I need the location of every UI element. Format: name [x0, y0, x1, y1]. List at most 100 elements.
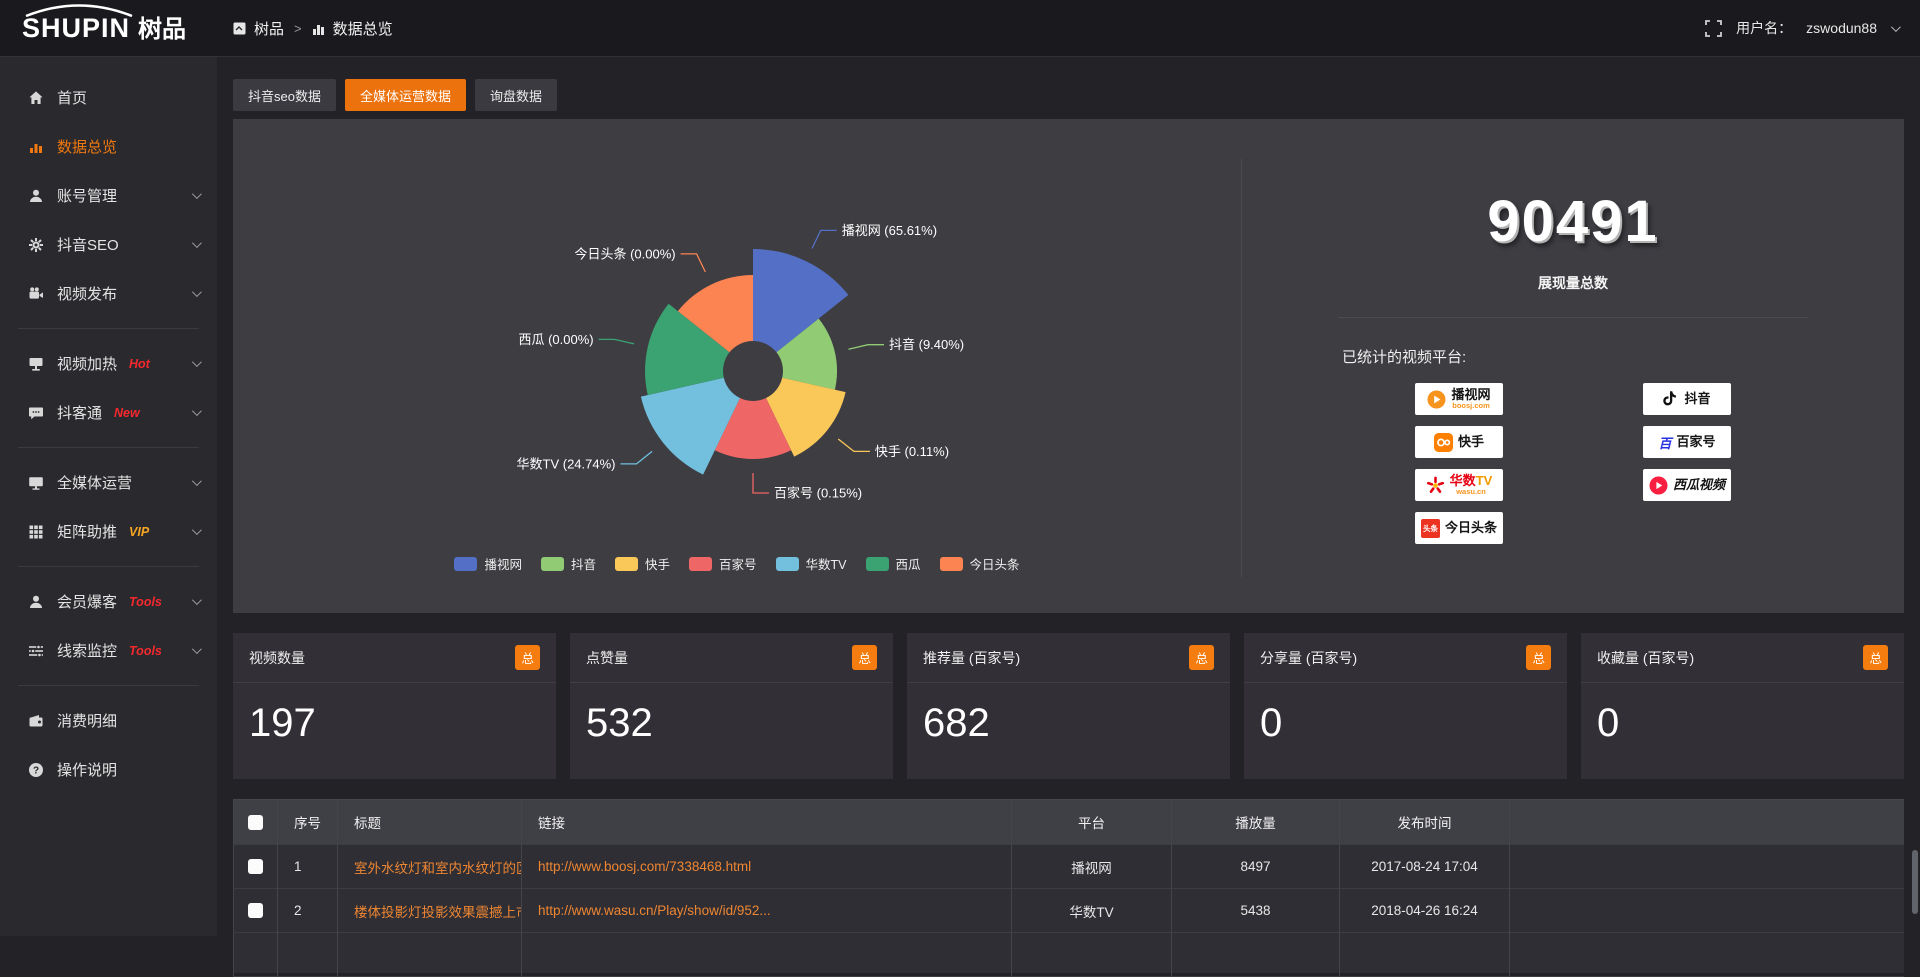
fullscreen-icon[interactable] — [1705, 20, 1722, 37]
total-impressions-label: 展现量总数 — [1538, 273, 1608, 293]
vip-badge: VIP — [129, 525, 149, 539]
chevron-down-icon — [192, 238, 202, 248]
chevron-down-icon — [192, 189, 202, 199]
sidebar-item-account[interactable]: 账号管理 — [0, 171, 217, 220]
stat-title: 视频数量 — [249, 648, 305, 668]
platform-name: 快手 — [1458, 435, 1484, 449]
video-url-link[interactable]: http://www.boosj.com/7338468.html — [522, 845, 1012, 889]
legend-item[interactable]: 播视网 — [454, 554, 522, 573]
platform-badge-wasu[interactable]: 华数TVwasu.cn — [1415, 469, 1503, 501]
legend-item[interactable]: 今日头条 — [940, 554, 1020, 573]
legend-swatch — [689, 557, 712, 571]
platform-badge-kuaishou[interactable]: 快手 — [1415, 426, 1503, 458]
sidebar-item-omni-media[interactable]: 全媒体运营 — [0, 458, 217, 507]
legend-item[interactable]: 抖音 — [541, 554, 596, 573]
row-checkbox[interactable] — [248, 903, 263, 918]
scrollbar-thumb[interactable] — [1912, 850, 1918, 914]
row-index: 2 — [278, 889, 338, 933]
col-plays: 播放量 — [1172, 800, 1340, 845]
sidebar-item-video-publish[interactable]: 视频发布 — [0, 269, 217, 318]
summary-panel: 90491 展现量总数 已统计的视频平台: 播视网boosj.com快手华数TV… — [1242, 119, 1904, 613]
user-menu-chevron-icon[interactable] — [1891, 22, 1901, 32]
pie-label: 百家号 (0.15%) — [774, 486, 862, 501]
stat-title: 点赞量 — [586, 648, 628, 668]
stat-value: 0 — [1581, 683, 1904, 746]
total-badge[interactable]: 总 — [1863, 645, 1888, 670]
hot-badge: Hot — [129, 357, 150, 371]
grid-icon — [27, 524, 44, 540]
rose-chart: 播视网 (65.61%)抖音 (9.40%)快手 (0.11%)百家号 (0.1… — [233, 119, 1241, 613]
sidebar-item-help[interactable]: ? 操作说明 — [0, 745, 217, 794]
pie-label: 播视网 (65.61%) — [842, 223, 937, 238]
toutiao-icon: 头条 — [1421, 519, 1440, 538]
sidebar-item-spend-detail[interactable]: 消费明细 — [0, 696, 217, 745]
total-badge[interactable]: 总 — [852, 645, 877, 670]
sidebar-item-matrix-boost[interactable]: 矩阵助推 VIP — [0, 507, 217, 556]
platform-name: 抖音 — [1684, 392, 1710, 406]
legend-item[interactable]: 快手 — [615, 554, 670, 573]
row-platform: 华数TV — [1012, 889, 1172, 933]
chevron-down-icon — [192, 357, 202, 367]
stat-card-shares: 分享量 (百家号)总 0 — [1244, 633, 1567, 779]
legend-item[interactable]: 西瓜 — [866, 554, 921, 573]
video-title-link[interactable]: 室外水纹灯和室内水纹灯的区别和简介 — [338, 845, 522, 889]
tools-badge: Tools — [129, 595, 162, 609]
tab-inquiry-data[interactable]: 询盘数据 — [475, 79, 557, 111]
platform-name: 播视网 — [1451, 388, 1490, 402]
pie-label-line — [681, 254, 706, 272]
legend-label: 今日头条 — [970, 554, 1020, 573]
video-title-link[interactable]: 楼体投影灯投影效果震撼上市 — [338, 889, 522, 933]
video-url-link[interactable]: http://www.wasu.cn/Play/show/id/952... — [522, 889, 1012, 933]
platform-badge-toutiao[interactable]: 头条今日头条 — [1415, 512, 1503, 544]
select-all-checkbox[interactable] — [248, 815, 263, 830]
legend-label: 播视网 — [484, 554, 522, 573]
legend-item[interactable]: 华数TV — [776, 554, 847, 573]
total-badge[interactable]: 总 — [1189, 645, 1214, 670]
platform-sub: boosj.com — [1452, 402, 1490, 410]
chevron-down-icon — [192, 406, 202, 416]
username[interactable]: zswodun88 — [1806, 20, 1877, 36]
pie-label: 西瓜 (0.00%) — [518, 332, 593, 347]
sliders-icon — [27, 643, 44, 659]
platform-badge-boosj[interactable]: 播视网boosj.com — [1415, 383, 1503, 415]
platform-badge-douyin[interactable]: 抖音 — [1643, 383, 1731, 415]
pie-label-line — [812, 230, 837, 248]
kuaishou-icon — [1434, 433, 1453, 452]
platform-badge-xigua[interactable]: 西瓜视频 — [1643, 469, 1731, 501]
chat-bubble-icon — [27, 405, 44, 421]
legend-swatch — [454, 557, 477, 571]
stat-card-likes: 点赞量总 532 — [570, 633, 893, 779]
pie-label-line — [599, 339, 635, 344]
sidebar-item-home[interactable]: 首页 — [0, 73, 217, 122]
col-link: 链接 — [522, 800, 1012, 845]
row-time: 2018-04-26 16:24 — [1340, 889, 1510, 933]
sidebar-item-member-leads[interactable]: 会员爆客 Tools — [0, 577, 217, 626]
platform-name: 华数TV — [1450, 474, 1493, 488]
tab-omnimedia-data[interactable]: 全媒体运营数据 — [345, 79, 466, 111]
total-badge[interactable]: 总 — [515, 645, 540, 670]
question-circle-icon: ? — [27, 762, 44, 778]
sidebar-item-video-heat[interactable]: 视频加热 Hot — [0, 339, 217, 388]
stat-title: 收藏量 (百家号) — [1597, 648, 1694, 668]
tab-douyin-seo-data[interactable]: 抖音seo数据 — [233, 79, 336, 111]
sidebar-item-clue-monitor[interactable]: 线索监控 Tools — [0, 626, 217, 675]
breadcrumb-root[interactable]: 树品 — [254, 18, 284, 39]
platform-badge-baijiahao[interactable]: 百百家号 — [1643, 426, 1731, 458]
total-badge[interactable]: 总 — [1526, 645, 1551, 670]
legend-item[interactable]: 百家号 — [689, 554, 757, 573]
sidebar-item-douketong[interactable]: 抖客通 New — [0, 388, 217, 437]
legend-label: 西瓜 — [896, 554, 921, 573]
wasu-icon — [1426, 476, 1445, 495]
sidebar-item-douyin-seo[interactable]: 抖音SEO — [0, 220, 217, 269]
row-plays: 8497 — [1172, 845, 1340, 889]
app-logo[interactable]: SHUPIN 树品 — [0, 15, 217, 42]
legend-swatch — [940, 557, 963, 571]
report-icon — [233, 22, 246, 35]
sidebar-item-data-overview[interactable]: 数据总览 — [0, 122, 217, 171]
platform-sub: wasu.cn — [1456, 488, 1486, 496]
platform-badge-grid: 播视网boosj.com 快手华数TVwasu.cn 头条今日头条 抖音百百家号西瓜… — [1415, 383, 1731, 544]
pie-label: 华数TV (24.74%) — [517, 456, 616, 471]
platforms-title: 已统计的视频平台: — [1342, 346, 1466, 367]
breadcrumb-current[interactable]: 数据总览 — [333, 18, 393, 39]
row-checkbox[interactable] — [248, 859, 263, 874]
